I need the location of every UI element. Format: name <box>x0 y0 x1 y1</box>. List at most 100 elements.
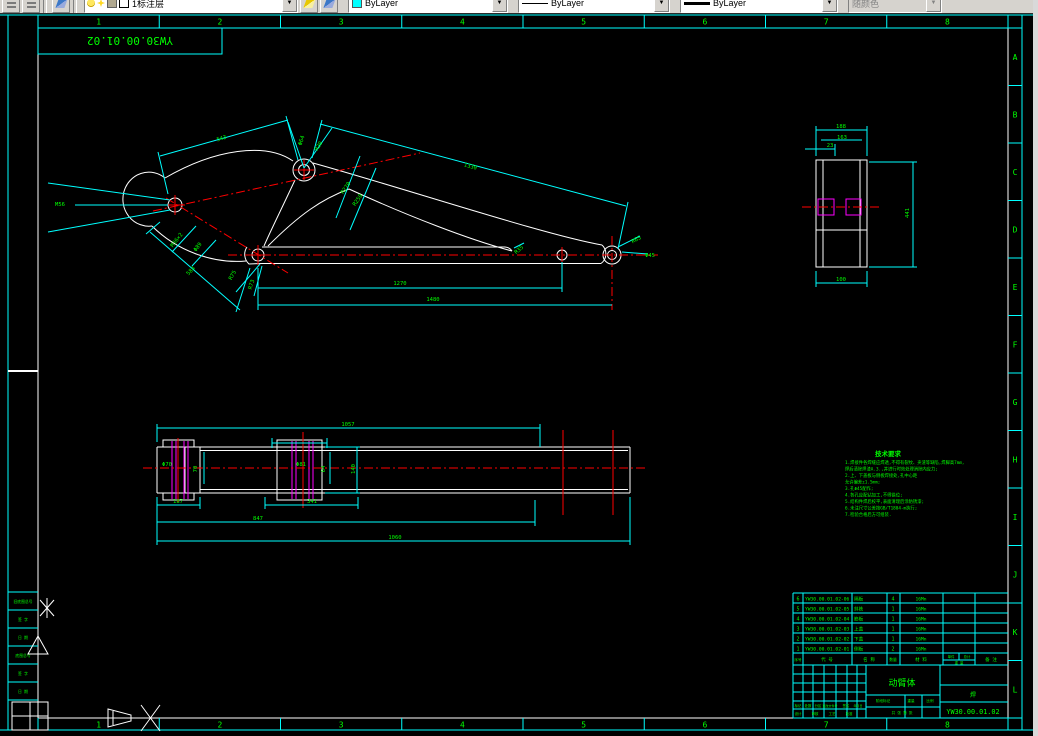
bom-material: 16Mn <box>915 647 926 653</box>
zone-letter: H <box>1013 455 1018 464</box>
bom-material: 16Mn <box>915 637 926 643</box>
layer-states-icon <box>322 0 336 8</box>
dim-label: 1270 <box>393 281 406 287</box>
layer-combo[interactable]: 1标注层 ▼ <box>84 0 298 13</box>
plotstyle-combo: 随颜色 ▼ <box>848 0 942 13</box>
bom-qty: 1 <box>891 617 894 623</box>
dim-label: R65 <box>631 235 643 245</box>
zone-number: 7 <box>824 721 829 730</box>
bom-header: 单件 <box>948 654 955 659</box>
layer-previous-button[interactable] <box>320 0 338 13</box>
dim-label: 543 <box>216 135 227 144</box>
zone-number: 3 <box>339 721 344 730</box>
color-combo[interactable]: ByLayer ▼ <box>348 0 508 13</box>
layer-previous-icon <box>302 0 316 8</box>
zone-letter: L <box>1013 685 1018 694</box>
dim-label: 100 <box>836 277 846 283</box>
bom-header: 总计 <box>964 654 971 659</box>
titleblock-label: 批准 <box>846 711 853 716</box>
margin-cell-label: 日 期 <box>18 689 28 694</box>
ortho-icon <box>26 0 36 8</box>
margin-cell-label: 日 期 <box>18 635 28 640</box>
linetype-combo[interactable]: ByLayer ▼ <box>518 0 670 13</box>
ortho-button[interactable] <box>22 0 40 13</box>
dim-label: R20 <box>314 141 324 153</box>
notes-title: 技术要求 <box>875 449 902 458</box>
margin-cell-label: 签 字 <box>18 671 28 676</box>
dim-label: R73 <box>248 279 257 290</box>
zone-letter: G <box>1013 398 1018 407</box>
bom-code: YW30.00.01.02-05 <box>805 607 849 613</box>
bom-no: 3 <box>796 627 799 633</box>
note-line: 3.孔Φ45配作; <box>845 485 873 492</box>
bom-code: YW30.00.01.02-02 <box>805 637 849 643</box>
zone-letter: C <box>1013 168 1018 177</box>
front-view <box>47 115 658 313</box>
dim-label: 1057 <box>341 422 354 428</box>
bom-rows: 6 YW30.00.01.02-06 隔板 4 16Mn 5 YW30.00.01.02-0… <box>794 596 997 666</box>
bom-header: 代 号 <box>821 656 833 663</box>
zone-number: 1 <box>96 18 101 27</box>
side-view <box>802 126 917 287</box>
dim-label: 1330 <box>463 162 477 171</box>
bom-qty: 1 <box>891 627 894 633</box>
lineweight-preview-icon <box>684 1 710 5</box>
bom-name: 下盖 <box>854 636 864 643</box>
bom-qty: 1 <box>891 637 894 643</box>
bom-qty: 1 <box>891 607 894 613</box>
dim-label: 64 <box>321 465 327 472</box>
titleblock-label: 审核 <box>812 711 819 716</box>
zone-number: 6 <box>702 721 707 730</box>
zone-letter: K <box>1013 628 1018 637</box>
titleblock-label: 年月日 <box>853 703 862 708</box>
separator <box>43 0 47 13</box>
zone-letter: E <box>1013 283 1018 292</box>
zone-number: 4 <box>460 721 465 730</box>
part-title: 动臂体 <box>888 677 915 689</box>
make-layer-current-button[interactable] <box>300 0 318 13</box>
dim-label: Φ89 <box>193 242 204 254</box>
bom-header: 名 称 <box>863 656 875 663</box>
front-dim-lines <box>47 115 649 313</box>
left-margin-strip: 旧底图总号签 字日 期底图总号签 字日 期 <box>8 591 38 701</box>
bom-qty: 2 <box>891 647 894 653</box>
properties-toolbar: 1标注层 ▼ ByLayer ▼ ByLayer ▼ ByLayer ▼ 随颜色… <box>0 0 1038 14</box>
bom-code: YW30.00.01.02-06 <box>805 597 849 603</box>
zone-number: 5 <box>581 18 586 27</box>
layer-manager-button[interactable] <box>52 0 70 13</box>
separator <box>73 0 77 13</box>
bom-material: 16Mn <box>915 617 926 623</box>
bom-code: YW30.00.01.02-04 <box>805 617 849 623</box>
note-line: 1.焊接件各焊缝应焊透,不得有裂纹、夹渣等缺陷,焊脚高7mm, <box>845 459 965 466</box>
note-line: 5.结构件焊后校平,表面清理后涂防锈漆; <box>845 498 924 505</box>
chevron-down-icon[interactable]: ▼ <box>282 0 297 12</box>
zone-number: 8 <box>945 18 950 27</box>
bom-name: 侧板 <box>854 646 864 653</box>
dim-label: 140 <box>351 464 357 474</box>
dim-label: R35 <box>514 245 525 256</box>
lock-icon[interactable] <box>107 0 117 8</box>
titleblock-label: 签名 <box>843 703 850 708</box>
note-line: 7.检验合格后方可组装. <box>845 511 891 518</box>
snap-button[interactable] <box>2 0 20 13</box>
bom-no: 4 <box>796 617 799 623</box>
stamp-text: YW30.00.01.02 <box>87 34 173 47</box>
sun-icon[interactable] <box>97 0 105 7</box>
titleblock-label: 标记 <box>795 703 802 708</box>
lineweight-combo[interactable]: ByLayer ▼ <box>680 0 838 13</box>
zone-number: 5 <box>581 721 586 730</box>
chevron-down-icon[interactable]: ▼ <box>822 0 837 12</box>
zone-letter: F <box>1013 340 1018 349</box>
bulb-icon[interactable] <box>87 0 95 7</box>
chevron-down-icon[interactable]: ▼ <box>492 0 507 12</box>
bom-no: 5 <box>796 607 799 613</box>
dimension-labels: 5431330Φ64 R20R270R250M56M36×2 Φ89584 R75R7… <box>55 124 911 541</box>
chevron-down-icon[interactable]: ▼ <box>654 0 669 12</box>
bom-header: 序号 <box>794 657 802 662</box>
dim-label: 163 <box>837 135 847 141</box>
title-block: 动臂体 焊 YW30.00.01.02 6 YW30.00.01.02-06 隔板 4… <box>792 592 1008 719</box>
layers-icon <box>54 0 68 8</box>
cad-canvas[interactable]: 1122334455667788ABCDEFGHIJKL YW30.00.01.… <box>0 13 1038 736</box>
zone-number: 7 <box>824 18 829 27</box>
dim-label: Φ64 <box>298 134 307 146</box>
